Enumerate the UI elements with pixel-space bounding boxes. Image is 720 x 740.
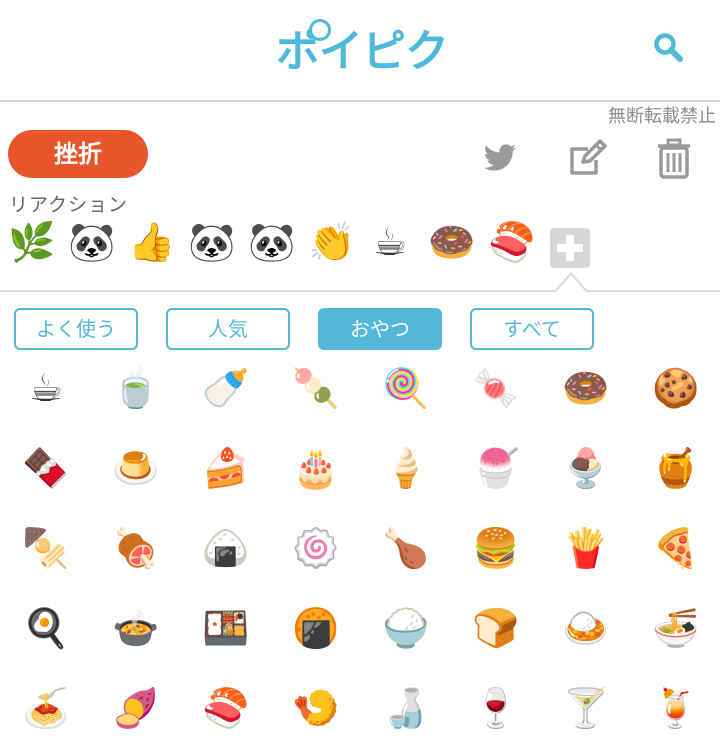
emoji-cell[interactable]: 🍤 xyxy=(286,680,346,740)
divider xyxy=(0,290,720,292)
logo[interactable]: ポイピク xyxy=(276,26,449,78)
emoji-cell[interactable]: 🍸 xyxy=(556,680,616,740)
emoji-cell[interactable]: 🍠 xyxy=(106,680,166,740)
emoji-cell[interactable]: 🍝 xyxy=(16,680,76,740)
emoji-cell[interactable]: 🍫 xyxy=(16,440,76,500)
reaction-thumbs-up-icon[interactable]: 👍 xyxy=(128,218,175,266)
emoji-cell[interactable]: 🍟 xyxy=(556,520,616,580)
emoji-cell[interactable]: 🎂 xyxy=(286,440,346,500)
emoji-cell[interactable]: 🍪 xyxy=(646,360,706,420)
emoji-cell[interactable]: 🍶 xyxy=(376,680,436,740)
reaction-doughnut-icon[interactable]: 🍩 xyxy=(428,218,475,266)
reaction-panda-icon[interactable]: 🐼 xyxy=(68,218,115,266)
emoji-cell[interactable]: 🍮 xyxy=(106,440,166,500)
reaction-title: リアクション xyxy=(9,194,129,216)
edit-button[interactable] xyxy=(566,138,608,184)
delete-button[interactable] xyxy=(656,138,692,184)
emoji-cell[interactable]: 🍡 xyxy=(286,360,346,420)
emoji-cell[interactable]: 🍖 xyxy=(106,520,166,580)
tab-popular[interactable]: 人気 xyxy=(166,308,290,350)
emoji-cell[interactable]: 🍦 xyxy=(376,440,436,500)
emoji-cell[interactable]: 🍱 xyxy=(196,600,256,660)
twitter-share-button[interactable] xyxy=(480,138,520,182)
emoji-cell[interactable]: 🍧 xyxy=(466,440,526,500)
emoji-cell[interactable]: 🍢 xyxy=(16,520,76,580)
reaction-sushi-icon[interactable]: 🍣 xyxy=(488,218,535,266)
emoji-cell[interactable]: 🍕 xyxy=(646,520,706,580)
emoji-cell[interactable]: 🍣 xyxy=(196,680,256,740)
emoji-cell[interactable]: 🍞 xyxy=(466,600,526,660)
search-icon xyxy=(654,33,683,62)
search-button[interactable] xyxy=(652,31,686,65)
tag-button[interactable]: 挫折 xyxy=(8,130,148,178)
emoji-cell[interactable]: 🍔 xyxy=(466,520,526,580)
emoji-cell[interactable]: 🍰 xyxy=(196,440,256,500)
pencil-square-icon xyxy=(570,139,607,175)
no-reproduction-notice: 無断転載禁止 xyxy=(608,106,716,127)
tab-snacks[interactable]: おやつ xyxy=(318,308,442,350)
tab-all[interactable]: すべて xyxy=(470,308,594,350)
reaction-coffee-icon[interactable]: ☕ xyxy=(368,218,412,266)
emoji-cell[interactable]: ☕ xyxy=(16,360,76,420)
reaction-clapping-hands-icon[interactable]: 👏 xyxy=(308,218,355,266)
emoji-cell[interactable]: 🍵 xyxy=(106,360,166,420)
logo-face-icon xyxy=(309,19,331,41)
reaction-herb-icon[interactable]: 🌿 xyxy=(8,218,55,266)
panel-pointer-fill xyxy=(556,275,586,292)
header: ポイピク xyxy=(0,0,720,102)
emoji-cell[interactable]: 🍨 xyxy=(556,440,616,500)
emoji-cell[interactable]: 🍗 xyxy=(376,520,436,580)
emoji-cell[interactable]: 🍚 xyxy=(376,600,436,660)
emoji-cell[interactable]: 🍛 xyxy=(556,600,616,660)
add-reaction-button[interactable] xyxy=(550,228,590,268)
emoji-cell[interactable]: 🍭 xyxy=(376,360,436,420)
twitter-bird-icon xyxy=(483,144,516,171)
emoji-cell[interactable]: 🍲 xyxy=(106,600,166,660)
reaction-panda-icon[interactable]: 🐼 xyxy=(188,218,235,266)
reaction-panda-icon[interactable]: 🐼 xyxy=(248,218,295,266)
emoji-cell[interactable]: 🍬 xyxy=(466,360,526,420)
emoji-cell[interactable]: 🍜 xyxy=(646,600,706,660)
emoji-cell[interactable]: 🍯 xyxy=(646,440,706,500)
tab-frequently-used[interactable]: よく使う xyxy=(14,308,138,350)
emoji-cell[interactable]: 🍷 xyxy=(466,680,526,740)
emoji-cell[interactable]: 🍩 xyxy=(556,360,616,420)
emoji-cell[interactable]: 🍙 xyxy=(196,520,256,580)
trash-icon xyxy=(658,138,690,179)
emoji-cell[interactable]: 🍳 xyxy=(16,600,76,660)
emoji-cell[interactable]: 🍘 xyxy=(286,600,346,660)
emoji-cell[interactable]: 🍥 xyxy=(286,520,346,580)
emoji-cell[interactable]: 🍹 xyxy=(646,680,706,740)
emoji-cell[interactable]: 🍼 xyxy=(196,360,256,420)
